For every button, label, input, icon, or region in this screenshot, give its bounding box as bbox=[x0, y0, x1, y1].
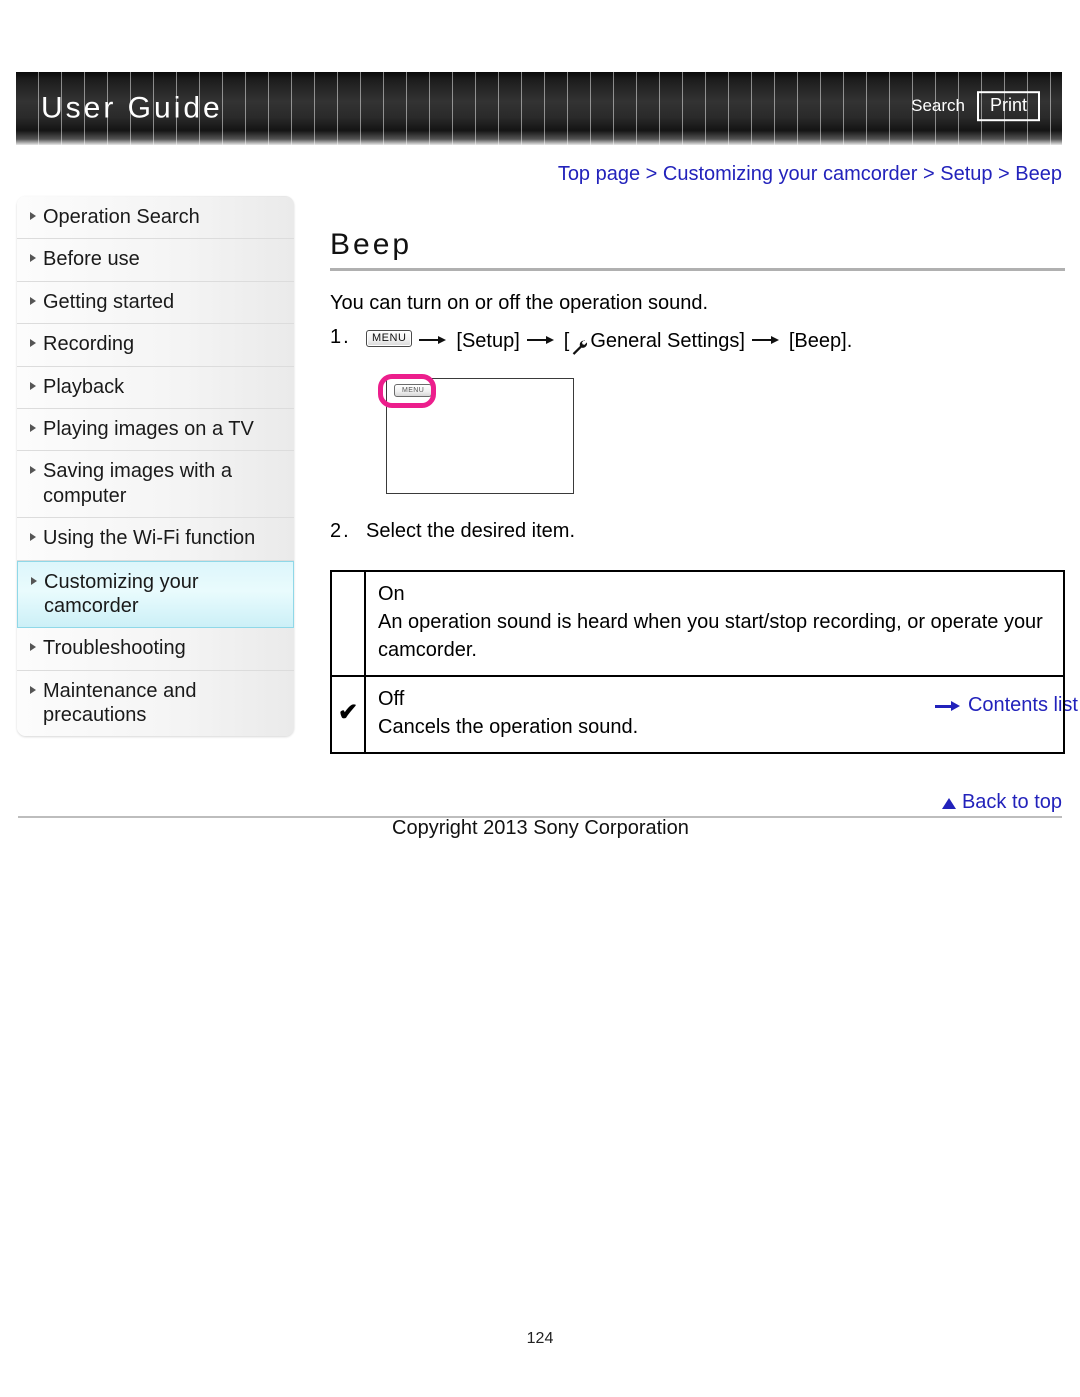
sidebar-item-label: Troubleshooting bbox=[43, 637, 186, 660]
header-title: User Guide bbox=[41, 90, 223, 124]
wrench-icon bbox=[570, 335, 588, 355]
option-description: An operation sound is heard when you sta… bbox=[378, 610, 1043, 662]
triangle-bullet-icon bbox=[30, 466, 36, 475]
step-1-setup-label: [Setup] bbox=[456, 329, 520, 352]
checkmark-icon: ✔ bbox=[337, 698, 359, 726]
header-actions: Search Print bbox=[911, 90, 1040, 122]
step-1-general-settings-label: General Settings] bbox=[590, 329, 745, 352]
sidebar-item-label: Operation Search bbox=[43, 206, 200, 228]
triangle-bullet-icon bbox=[30, 423, 36, 432]
triangle-bullet-icon bbox=[30, 533, 36, 542]
step-1-number: 1. bbox=[330, 326, 351, 348]
sidebar-item-before-use[interactable]: Before use bbox=[17, 239, 294, 282]
triangle-bullet-icon bbox=[30, 296, 36, 305]
option-description: Cancels the operation sound. bbox=[378, 716, 639, 739]
triangle-bullet-icon bbox=[30, 339, 36, 348]
sidebar-item-operation-search[interactable]: Operation Search bbox=[17, 197, 294, 240]
sidebar-item-label: Saving images with a computer bbox=[43, 460, 232, 507]
arrow-right-icon bbox=[526, 336, 557, 345]
sidebar-item-label: Maintenance and precautions bbox=[43, 679, 197, 727]
triangle-bullet-icon bbox=[31, 576, 37, 585]
page-number: 124 bbox=[526, 1330, 554, 1347]
arrow-right-icon bbox=[751, 336, 782, 345]
back-to-top-label: Back to top bbox=[961, 791, 1062, 813]
step-2-text: Select the desired item. bbox=[366, 519, 575, 542]
triangle-bullet-icon bbox=[30, 254, 36, 263]
option-label: Off bbox=[378, 687, 405, 710]
sidebar-item-getting-started[interactable]: Getting started bbox=[17, 281, 294, 325]
step-2-number: 2. bbox=[330, 519, 351, 542]
sidebar-item-troubleshooting[interactable]: Troubleshooting bbox=[17, 628, 294, 671]
arrow-right-icon bbox=[419, 336, 449, 345]
page-title: Beep bbox=[330, 228, 413, 261]
step-2: 2. Select the desired item. bbox=[330, 516, 1065, 546]
triangle-bullet-icon bbox=[30, 212, 36, 220]
header-bar: User Guide Search Print bbox=[16, 72, 1062, 145]
table-row: On An operation sound is heard when you … bbox=[330, 569, 1065, 677]
back-to-top-link[interactable]: Back to top bbox=[941, 791, 1062, 814]
menu-button-icon: MENU bbox=[366, 330, 413, 348]
option-mark-cell: ✔ bbox=[330, 674, 366, 754]
copyright-text: Copyright 2013 Sony Corporation bbox=[392, 817, 689, 839]
camcorder-screen-illustration: MENU bbox=[370, 370, 574, 494]
option-content-cell: Off Cancels the operation sound. bbox=[364, 674, 1065, 754]
sidebar-item-label: Using the Wi-Fi function bbox=[43, 527, 256, 550]
breadcrumb[interactable]: Top page > Customizing your camcorder > … bbox=[558, 163, 1062, 186]
search-link[interactable]: Search bbox=[911, 96, 965, 116]
intro-text: You can turn on or off the operation sou… bbox=[330, 292, 709, 314]
option-mark-cell bbox=[330, 569, 366, 677]
sidebar-nav: Operation Search Before use Getting star… bbox=[17, 196, 294, 737]
sidebar-item-label: Playing images on a TV bbox=[43, 417, 254, 440]
sidebar-item-playing-images-on-a-tv[interactable]: Playing images on a TV bbox=[17, 408, 294, 452]
table-row: ✔ Off Cancels the operation sound. bbox=[330, 674, 1065, 754]
step-1-body: MENU [Setup] [ General Settings] [Beep]. bbox=[366, 326, 852, 356]
sidebar-item-saving-images-with-a-computer[interactable]: Saving images with a computer bbox=[17, 451, 294, 519]
options-table: On An operation sound is heard when you … bbox=[330, 569, 1065, 754]
step-1-bracket-open: [ bbox=[563, 329, 570, 352]
sidebar-item-customizing-your-camcorder[interactable]: Customizing your camcorder bbox=[17, 560, 294, 629]
sidebar-item-playback[interactable]: Playback bbox=[17, 366, 294, 409]
triangle-bullet-icon bbox=[30, 685, 36, 694]
sidebar-item-using-the-wifi-function[interactable]: Using the Wi-Fi function bbox=[17, 518, 294, 561]
option-content-cell: On An operation sound is heard when you … bbox=[364, 569, 1065, 677]
highlight-callout bbox=[378, 373, 436, 408]
sidebar-item-label: Recording bbox=[43, 333, 135, 356]
triangle-up-icon bbox=[941, 798, 956, 809]
step-1-beep-label: [Beep]. bbox=[788, 329, 853, 352]
main-content: Beep You can turn on or off the operatio… bbox=[330, 228, 1065, 754]
sidebar-item-label: Playback bbox=[43, 375, 125, 398]
triangle-bullet-icon bbox=[30, 381, 36, 390]
print-button[interactable]: Print bbox=[976, 90, 1040, 122]
sidebar-item-label: Getting started bbox=[43, 290, 175, 313]
option-label: On bbox=[378, 582, 405, 605]
title-divider bbox=[330, 268, 1065, 271]
step-1: 1. MENU [Setup] [ General Settings] [Bee… bbox=[330, 322, 1065, 356]
sidebar-item-label: Customizing your camcorder bbox=[44, 570, 199, 617]
sidebar-item-recording[interactable]: Recording bbox=[17, 324, 294, 367]
sidebar-item-maintenance-and-precautions[interactable]: Maintenance and precautions bbox=[17, 670, 294, 737]
triangle-bullet-icon bbox=[30, 643, 36, 652]
sidebar-item-label: Before use bbox=[43, 248, 140, 271]
